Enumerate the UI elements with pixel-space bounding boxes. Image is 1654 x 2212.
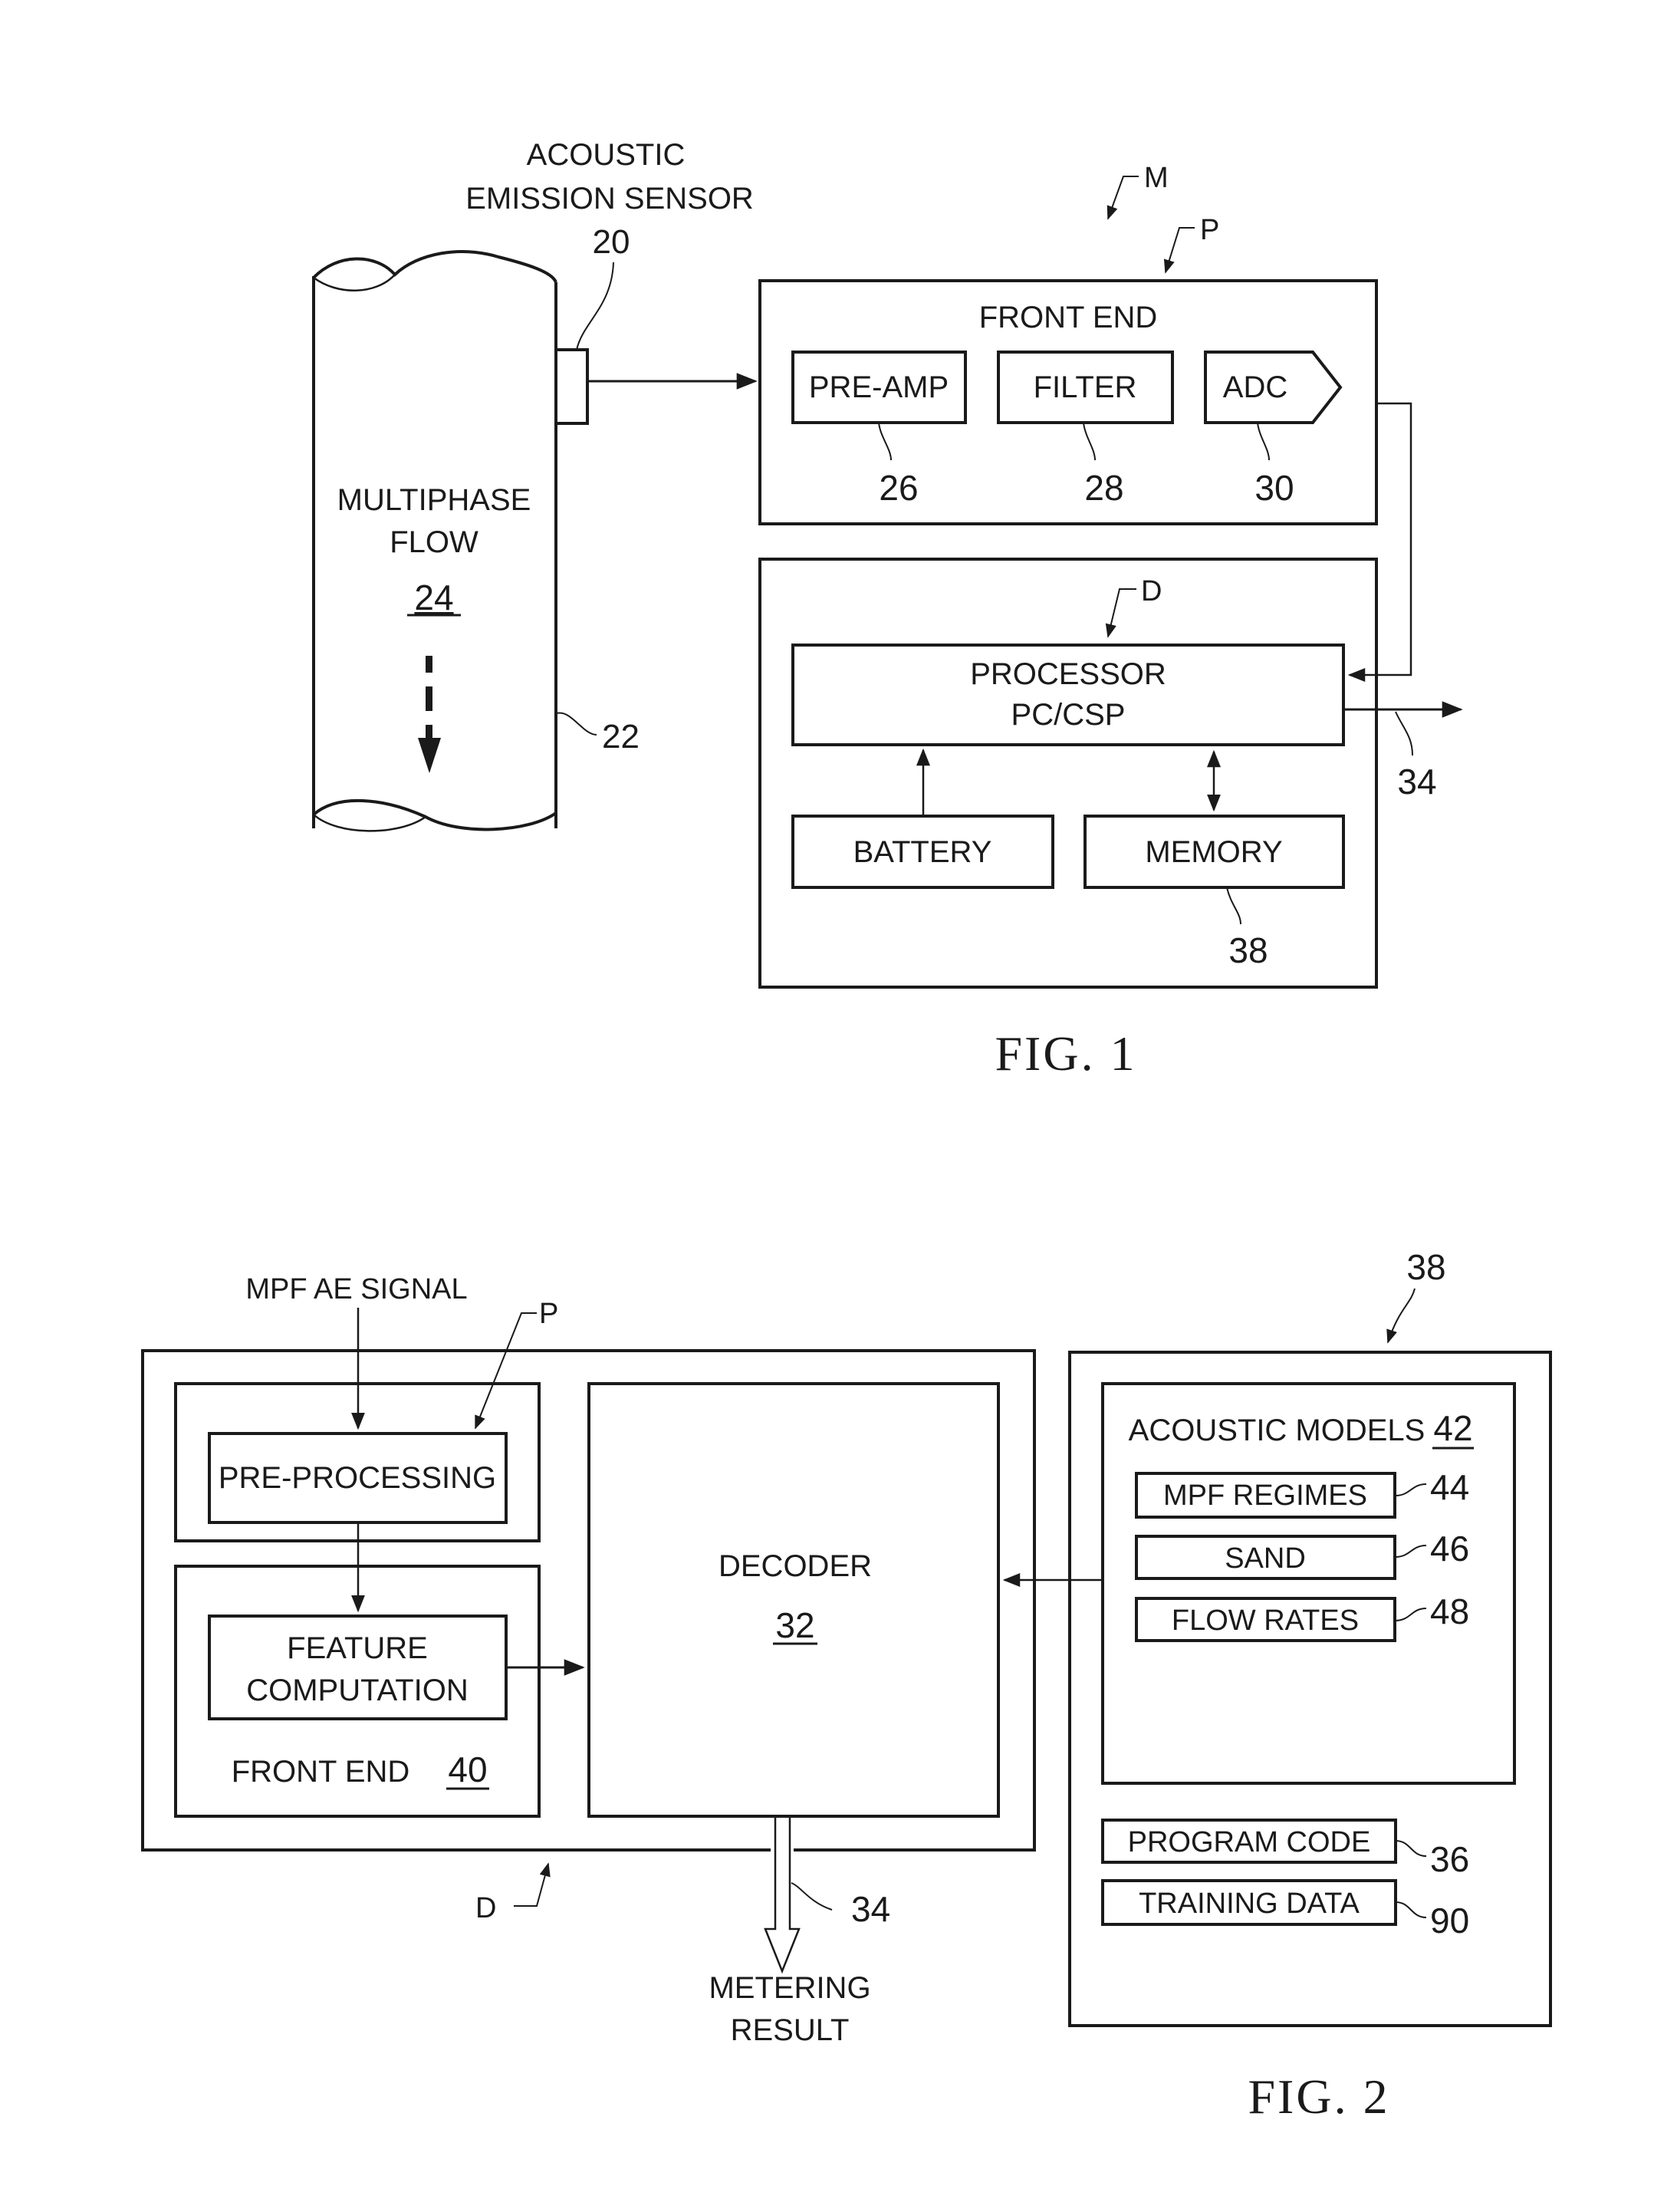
training-data-label: TRAINING DATA [1139,1888,1360,1920]
acoustic-models-label: ACOUSTIC MODELS [1129,1414,1425,1447]
program-code-ref: 36 [1430,1839,1469,1879]
output-label-line2: RESULT [731,2013,850,2047]
ref-p-label: P [1200,214,1219,246]
adc-ref: 30 [1254,468,1294,508]
flow-rates-ref: 48 [1430,1592,1469,1631]
fig2-caption: FIG. 2 [1248,2069,1389,2124]
processor-label-line1: PROCESSOR [970,657,1166,691]
preprocessing-ref: P [539,1298,558,1330]
output-ref: 34 [851,1889,890,1929]
battery-label: BATTERY [853,835,992,869]
memory-label: MEMORY [1145,835,1282,869]
decoder-block [587,1382,1000,1818]
training-data-ref: 90 [1430,1901,1469,1940]
flow-ref: 24 [414,578,453,617]
decoder-unit-ref: D [475,1892,496,1924]
ref-m-label: M [1144,162,1169,194]
adc-label: ADC [1223,370,1287,404]
sensor-leader-line [576,262,614,351]
sensor-ref: 20 [593,223,630,261]
pipe-leader-line [556,712,597,736]
preprocessing-label: PRE-PROCESSING [219,1461,496,1495]
input-signal-label: MPF AE SIGNAL [245,1273,467,1305]
decoder-unit-ref-leader [514,1862,551,1907]
filter-label: FILTER [1034,370,1137,404]
acoustic-models-ref: 42 [1433,1408,1472,1448]
flow-rates-label: FLOW RATES [1172,1605,1359,1637]
pipe-ref: 22 [602,718,640,755]
figure-1: M ACOUSTIC EMISSION SENSOR 20 MULTIPHASE… [312,138,1463,1081]
pre-amp-ref: 26 [879,468,918,508]
decoder-label: DECODER [718,1549,872,1583]
front-end-title: FRONT END [979,301,1158,334]
decoder-ref: 32 [775,1605,814,1645]
processor-label-line2: PC/CSP [1011,698,1126,732]
processing-unit-box [758,558,1378,989]
memory-ref: 38 [1406,1247,1445,1287]
flow-direction-arrow-icon [418,656,441,773]
mpf-regimes-label: MPF REGIMES [1163,1480,1367,1512]
memory-ref-leader [1386,1288,1416,1344]
sensor-label-line2: EMISSION SENSOR [465,182,754,216]
front-end-label: FRONT END [232,1755,410,1789]
mpf-regimes-ref: 44 [1430,1467,1469,1507]
sand-label: SAND [1225,1542,1306,1575]
flow-label-line2: FLOW [390,525,478,559]
front-end-to-processor-arrow [1347,402,1412,682]
system-ref-m: M [1107,162,1169,220]
output-ref-leader [791,1882,833,1911]
metering-output-arrow-icon [764,1816,801,1974]
program-code-label: PROGRAM CODE [1128,1826,1371,1858]
fig1-caption: FIG. 1 [995,1026,1136,1081]
sand-ref: 46 [1430,1529,1469,1568]
pipe: MULTIPHASE FLOW 24 22 [312,250,640,832]
acoustic-emission-sensor [554,348,589,425]
preprocessing-ref-leader [475,1312,537,1430]
feature-label-line1: FEATURE [287,1631,428,1665]
processing-unit: D PROCESSOR PC/CSP 34 BATTERY MEMORY 38 [758,558,1463,989]
patent-drawing: M ACOUSTIC EMISSION SENSOR 20 MULTIPHASE… [141,138,1552,2124]
sensor-label-line1: ACOUSTIC [527,138,686,172]
pre-amp-label: PRE-AMP [809,370,949,404]
memory-ref: 38 [1228,930,1268,970]
flow-label-line1: MULTIPHASE [337,483,531,517]
filter-ref: 28 [1084,468,1123,508]
ref-d-label: D [1141,575,1162,607]
front-end-p: P FRONT END PRE-AMP 26 FILTER 28 ADC 30 [758,214,1378,525]
output-label-line1: METERING [709,1971,870,2005]
feature-label-line2: COMPUTATION [246,1674,469,1707]
front-end-ref: 40 [448,1750,487,1789]
figure-2: MPF AE SIGNAL P PRE-PROCESSING FEATURE C… [141,1247,1552,2124]
output-ref: 34 [1397,762,1436,802]
